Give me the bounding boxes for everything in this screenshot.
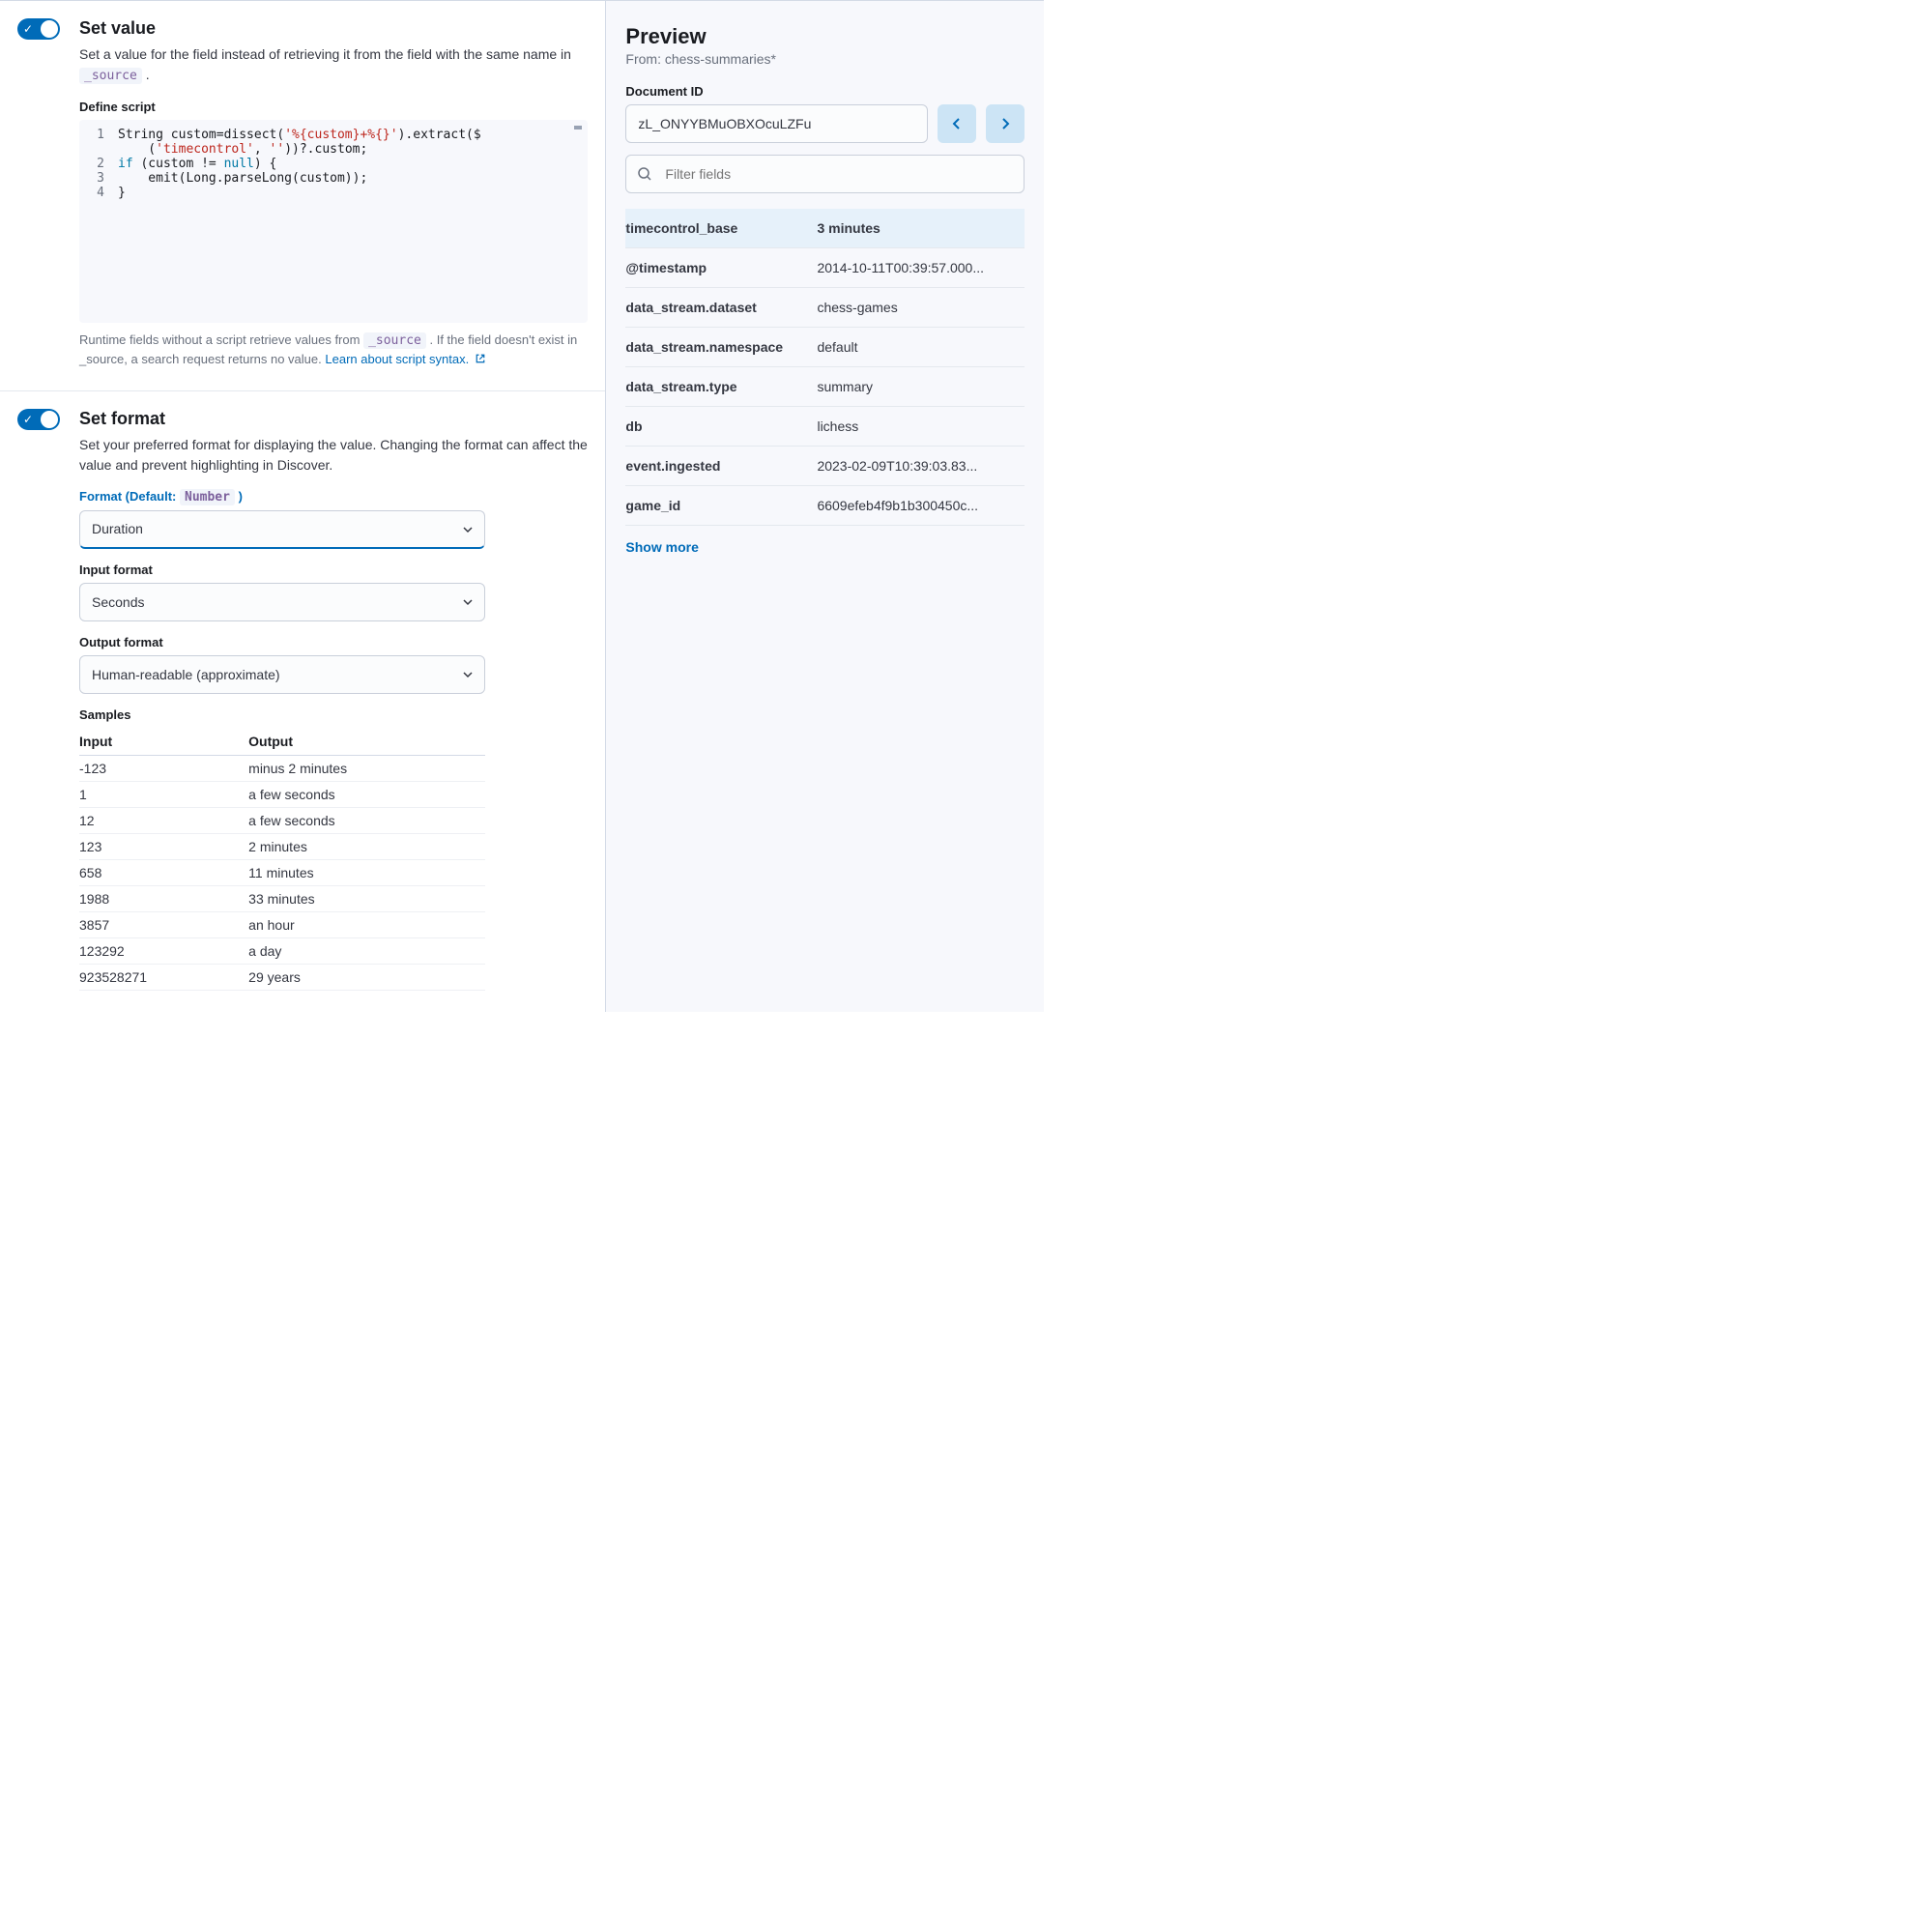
format-label: Format (Default: Number ) (79, 489, 588, 505)
format-select[interactable]: Duration (79, 510, 485, 549)
document-id-label: Document ID (625, 84, 1025, 99)
input-format-label: Input format (79, 562, 588, 577)
set-format-section: ✓ Set format Set your preferred format f… (0, 391, 605, 1012)
preview-field-name: timecontrol_base (625, 209, 817, 248)
script-syntax-link[interactable]: Learn about script syntax. (325, 352, 485, 366)
sample-output: a few seconds (248, 781, 485, 807)
show-more-link[interactable]: Show more (625, 539, 698, 555)
preview-field-name: db (625, 407, 817, 447)
sample-input: 123292 (79, 937, 248, 964)
preview-field-value: lichess (817, 407, 1025, 447)
output-format-label: Output format (79, 635, 588, 649)
check-icon: ✓ (23, 412, 33, 427)
script-hint: Runtime fields without a script retrieve… (79, 331, 588, 369)
chevron-right-icon (1000, 117, 1010, 130)
set-format-toggle[interactable]: ✓ (17, 409, 60, 430)
set-format-desc: Set your preferred format for displaying… (79, 435, 588, 476)
sample-output: a day (248, 937, 485, 964)
set-value-title: Set value (79, 18, 588, 39)
samples-table: Input Output -123minus 2 minutes1a few s… (79, 728, 485, 991)
source-code-badge: _source (79, 68, 142, 84)
samples-label: Samples (79, 707, 588, 722)
input-format-select[interactable]: Seconds (79, 583, 485, 621)
external-link-icon (475, 353, 486, 364)
sample-output: an hour (248, 911, 485, 937)
sample-row: 92352827129 years (79, 964, 485, 990)
sample-output: a few seconds (248, 807, 485, 833)
preview-field-value: summary (817, 367, 1025, 407)
sample-output: minus 2 minutes (248, 755, 485, 781)
samples-header-input: Input (79, 728, 248, 756)
sample-input: 1988 (79, 885, 248, 911)
preview-field-name: data_stream.namespace (625, 328, 817, 367)
sample-input: 923528271 (79, 964, 248, 990)
preview-row: data_stream.typesummary (625, 367, 1025, 407)
preview-row: event.ingested2023-02-09T10:39:03.83... (625, 447, 1025, 486)
preview-field-name: data_stream.type (625, 367, 817, 407)
set-value-toggle[interactable]: ✓ (17, 18, 60, 40)
format-select-value: Duration (92, 521, 143, 536)
preview-field-value: default (817, 328, 1025, 367)
sample-input: 1 (79, 781, 248, 807)
sample-row: 12a few seconds (79, 807, 485, 833)
output-format-value: Human-readable (approximate) (92, 667, 280, 682)
sample-row: 3857an hour (79, 911, 485, 937)
preview-panel: Preview From: chess-summaries* Document … (605, 1, 1044, 1012)
output-format-select[interactable]: Human-readable (approximate) (79, 655, 485, 694)
script-editor[interactable]: 1String custom=dissect('%{custom}+%{}').… (79, 120, 588, 323)
set-format-title: Set format (79, 409, 588, 429)
preview-field-name: data_stream.dataset (625, 288, 817, 328)
sample-input: 658 (79, 859, 248, 885)
chevron-left-icon (952, 117, 962, 130)
preview-field-value: chess-games (817, 288, 1025, 328)
preview-row: dblichess (625, 407, 1025, 447)
preview-field-name: game_id (625, 486, 817, 526)
sample-row: 198833 minutes (79, 885, 485, 911)
sample-input: 3857 (79, 911, 248, 937)
preview-row: @timestamp2014-10-11T00:39:57.000... (625, 248, 1025, 288)
sample-output: 29 years (248, 964, 485, 990)
preview-field-value: 2014-10-11T00:39:57.000... (817, 248, 1025, 288)
sample-input: -123 (79, 755, 248, 781)
sample-input: 12 (79, 807, 248, 833)
next-document-button[interactable] (986, 104, 1025, 143)
preview-fields-table: timecontrol_base 3 minutes @timestamp201… (625, 209, 1025, 526)
editor-scrollbar[interactable] (574, 126, 582, 130)
preview-highlight-row: timecontrol_base 3 minutes (625, 209, 1025, 248)
define-script-label: Define script (79, 100, 588, 114)
prev-document-button[interactable] (938, 104, 976, 143)
input-format-value: Seconds (92, 594, 144, 610)
sample-row: 123292a day (79, 937, 485, 964)
samples-header-output: Output (248, 728, 485, 756)
filter-fields-input[interactable] (625, 155, 1025, 193)
sample-row: 1232 minutes (79, 833, 485, 859)
preview-field-value: 6609efeb4f9b1b300450c... (817, 486, 1025, 526)
preview-from: From: chess-summaries* (625, 51, 1025, 67)
search-icon (637, 166, 652, 182)
sample-row: 1a few seconds (79, 781, 485, 807)
set-value-desc: Set a value for the field instead of ret… (79, 44, 588, 86)
set-value-section: ✓ Set value Set a value for the field in… (0, 1, 605, 391)
preview-row: game_id6609efeb4f9b1b300450c... (625, 486, 1025, 526)
sample-row: 65811 minutes (79, 859, 485, 885)
preview-field-value: 2023-02-09T10:39:03.83... (817, 447, 1025, 486)
preview-field-name: event.ingested (625, 447, 817, 486)
sample-output: 33 minutes (248, 885, 485, 911)
sample-output: 2 minutes (248, 833, 485, 859)
preview-row: data_stream.datasetchess-games (625, 288, 1025, 328)
sample-output: 11 minutes (248, 859, 485, 885)
sample-input: 123 (79, 833, 248, 859)
preview-row: data_stream.namespacedefault (625, 328, 1025, 367)
preview-field-name: @timestamp (625, 248, 817, 288)
sample-row: -123minus 2 minutes (79, 755, 485, 781)
preview-title: Preview (625, 24, 1025, 49)
preview-field-value: 3 minutes (817, 209, 1025, 248)
document-id-input[interactable] (625, 104, 928, 143)
check-icon: ✓ (23, 21, 33, 37)
